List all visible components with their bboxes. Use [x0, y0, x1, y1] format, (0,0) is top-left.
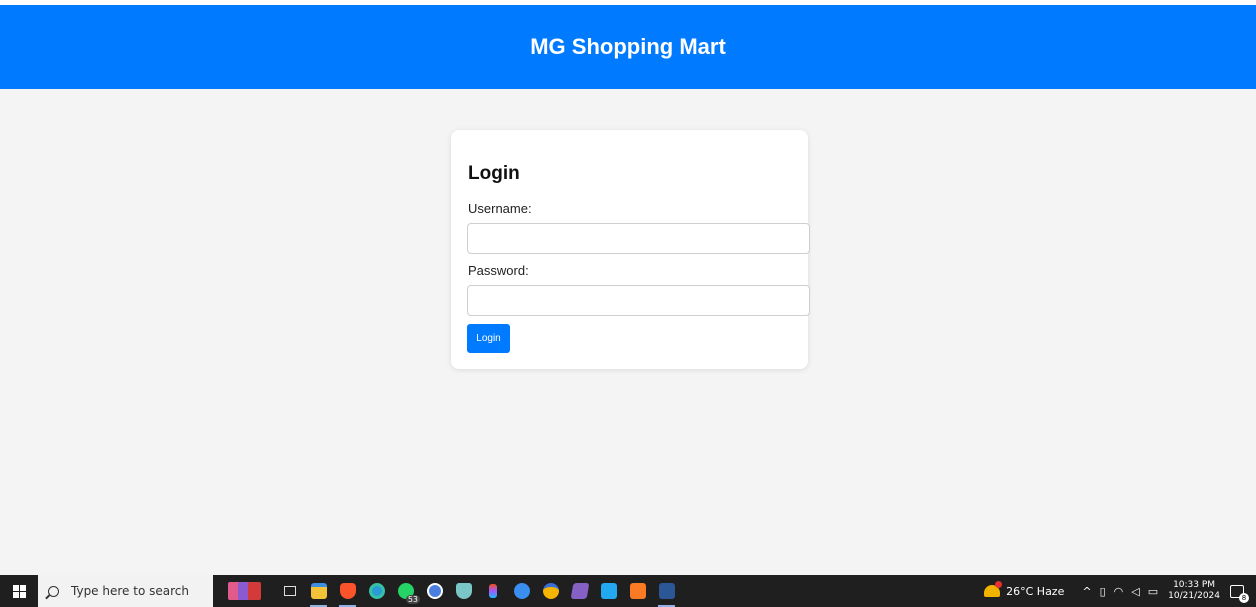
visual-studio-icon[interactable]	[565, 575, 594, 607]
figma-icon[interactable]	[478, 575, 507, 607]
xampp-icon[interactable]	[623, 575, 652, 607]
username-input[interactable]	[467, 223, 810, 254]
notification-center-icon[interactable]: 8	[1230, 584, 1249, 603]
edge-browser-icon[interactable]	[362, 575, 391, 607]
wifi-icon[interactable]: ◠	[1114, 585, 1124, 598]
weather-text: 26°C Haze	[1006, 584, 1065, 598]
app-medal-icon[interactable]	[536, 575, 565, 607]
volume-icon[interactable]: ◁	[1131, 585, 1139, 598]
login-card: Login Username: Password: Login	[451, 130, 810, 369]
system-tray: 26°C Haze ^ ▯ ◠ ◁ ▭ 10:33 PM 10/21/2024 …	[984, 575, 1256, 607]
brave-browser-icon[interactable]	[333, 575, 362, 607]
password-label: Password:	[468, 263, 529, 278]
password-input[interactable]	[467, 285, 810, 316]
battery-icon[interactable]: ▭	[1148, 585, 1158, 598]
clock-time: 10:33 PM	[1173, 580, 1216, 590]
word-icon[interactable]	[652, 575, 681, 607]
site-title: MG Shopping Mart	[530, 34, 726, 59]
search-placeholder: Type here to search	[71, 584, 189, 598]
login-button[interactable]: Login	[467, 324, 510, 353]
login-title: Login	[468, 163, 520, 184]
windows-logo-icon	[12, 584, 26, 598]
weather-icon	[984, 581, 1003, 597]
app-play-icon[interactable]	[507, 575, 536, 607]
windows-taskbar: Type here to search 53 26°C Haze ^ ▯ ◠ ◁…	[0, 575, 1256, 607]
vscode-icon[interactable]	[594, 575, 623, 607]
search-icon	[48, 585, 59, 597]
username-label: Username:	[468, 201, 532, 216]
taskbar-search-box[interactable]: Type here to search	[38, 575, 213, 607]
task-view-icon[interactable]	[275, 575, 304, 607]
taskbar-clock[interactable]: 10:33 PM 10/21/2024	[1168, 580, 1220, 602]
file-explorer-icon[interactable]	[304, 575, 333, 607]
start-button[interactable]	[0, 575, 38, 607]
site-header: MG Shopping Mart	[0, 5, 1256, 89]
app-shield-icon[interactable]	[449, 575, 478, 607]
clock-date: 10/21/2024	[1168, 591, 1220, 601]
notification-count: 8	[1239, 592, 1249, 603]
tray-device-icon[interactable]: ▯	[1100, 585, 1106, 598]
weather-widget[interactable]: 26°C Haze	[984, 581, 1065, 598]
whatsapp-badge: 53	[405, 595, 420, 604]
whatsapp-icon[interactable]: 53	[391, 575, 420, 607]
app-a-icon[interactable]	[420, 575, 449, 607]
cortana-cover-icon[interactable]	[223, 581, 269, 601]
show-hidden-icons-icon[interactable]: ^	[1082, 585, 1091, 598]
